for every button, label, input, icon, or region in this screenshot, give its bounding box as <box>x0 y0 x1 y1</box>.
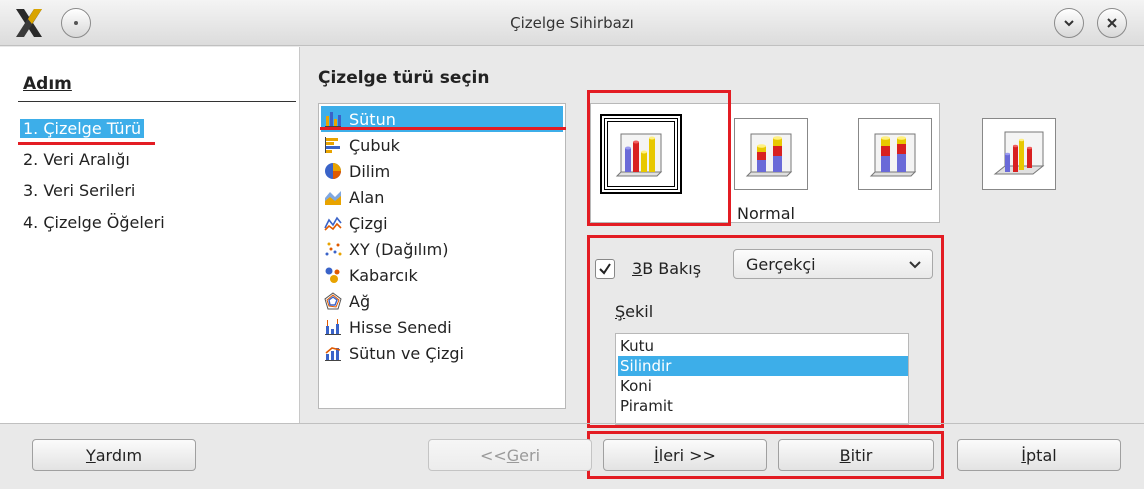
chevron-down-icon <box>1064 20 1074 27</box>
cancel-button[interactable]: İptal <box>957 439 1121 471</box>
chart-type-column-line[interactable]: Sütun ve Çizgi <box>321 340 563 366</box>
3d-view-label: 3B Bakış <box>632 259 702 278</box>
divider <box>18 101 296 102</box>
variant-percent-stacked[interactable] <box>858 118 932 190</box>
chevron-down-icon <box>909 261 921 269</box>
scheme-value: Gerçekçi <box>746 254 816 274</box>
chart-type-pie[interactable]: Dilim <box>321 158 563 184</box>
chart-type-net[interactable]: Ağ <box>321 288 563 314</box>
close-button[interactable] <box>1097 8 1127 38</box>
chart-type-bubble[interactable]: Kabarcık <box>321 262 563 288</box>
3d-view-checkbox[interactable] <box>595 259 615 279</box>
chart-type-label: Sütun <box>349 109 396 129</box>
chart-type-label: Ağ <box>349 291 371 311</box>
area-chart-icon <box>323 187 343 207</box>
net-chart-icon <box>323 291 343 311</box>
chart-type-label: Çizgi <box>349 213 388 233</box>
chart-type-label: Alan <box>349 187 385 207</box>
help-button[interactable]: Yardım <box>32 439 196 471</box>
shape-label: Şekil <box>615 302 654 321</box>
shape-option-pyramid[interactable]: Piramit <box>618 396 908 416</box>
3d-column-deep-icon <box>993 131 1045 175</box>
bar-chart-icon <box>323 135 343 155</box>
scatter-chart-icon <box>323 239 343 259</box>
steps-heading: Adım <box>23 74 72 94</box>
next-button[interactable]: İleri >> <box>603 439 767 471</box>
3d-column-stacked-icon <box>745 133 793 177</box>
title-bar: Çizelge Sihirbazı <box>0 0 1144 46</box>
step-data-range[interactable]: 2. Veri Aralığı <box>23 150 130 169</box>
stock-chart-icon <box>323 317 343 337</box>
chart-type-label: Çubuk <box>349 135 400 155</box>
checkmark-icon <box>599 263 611 275</box>
variant-stacked[interactable] <box>734 118 808 190</box>
chart-type-label: XY (Dağılım) <box>349 239 449 259</box>
close-icon <box>1107 18 1117 28</box>
highlight-underline <box>18 142 155 145</box>
chart-type-bar[interactable]: Çubuk <box>321 132 563 158</box>
3d-column-percent-icon <box>869 133 917 177</box>
minimize-button[interactable] <box>1054 8 1084 38</box>
bubble-chart-icon <box>323 265 343 285</box>
step-data-series[interactable]: 3. Veri Serileri <box>23 181 135 200</box>
window-title: Çizelge Sihirbazı <box>510 14 634 32</box>
step-chart-elements[interactable]: 4. Çizelge Öğeleri <box>23 213 165 232</box>
back-button[interactable]: << Geri <box>428 439 592 471</box>
chart-type-line[interactable]: Çizgi <box>321 210 563 236</box>
step-chart-type[interactable]: 1. Çizelge Türü <box>20 119 145 138</box>
variant-normal[interactable] <box>600 114 682 194</box>
shape-option-cone[interactable]: Koni <box>618 376 908 396</box>
chart-type-label: Kabarcık <box>349 265 418 285</box>
finish-button[interactable]: Bitir <box>778 439 934 471</box>
3d-column-normal-icon <box>615 133 663 177</box>
pie-chart-icon <box>323 161 343 181</box>
section-heading: Çizelge türü seçin <box>318 68 490 88</box>
shape-option-cylinder[interactable]: Silindir <box>618 356 908 376</box>
line-chart-icon <box>323 213 343 233</box>
column-chart-icon <box>323 109 343 129</box>
shape-list[interactable]: Kutu Silindir Koni Piramit <box>615 333 909 425</box>
chart-type-list[interactable]: Sütun Çubuk Dilim Alan Çizgi XY (Dağılım… <box>318 103 566 409</box>
divider <box>0 423 1144 424</box>
chart-type-label: Dilim <box>349 161 391 181</box>
column-line-chart-icon <box>323 343 343 363</box>
chart-type-scatter[interactable]: XY (Dağılım) <box>321 236 563 262</box>
variant-deep[interactable] <box>982 118 1056 190</box>
chart-variant-panel: Normal <box>590 103 1056 223</box>
variant-caption: Normal <box>737 204 795 223</box>
chart-type-area[interactable]: Alan <box>321 184 563 210</box>
chart-type-label: Sütun ve Çizgi <box>349 343 464 363</box>
shape-option-box[interactable]: Kutu <box>618 336 908 356</box>
chart-type-label: Hisse Senedi <box>349 317 452 337</box>
scheme-dropdown[interactable]: Gerçekçi <box>733 249 933 279</box>
highlight-underline <box>320 127 566 130</box>
chart-type-stock[interactable]: Hisse Senedi <box>321 314 563 340</box>
steps-panel: Adım 1. Çizelge Türü 2. Veri Aralığı 3. … <box>0 47 300 423</box>
